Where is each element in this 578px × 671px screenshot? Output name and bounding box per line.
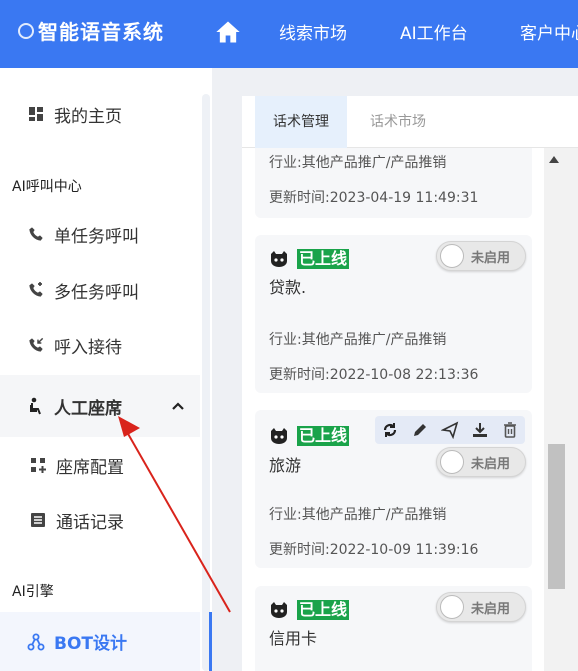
- scrollbar-thumb[interactable]: [548, 444, 565, 589]
- github-icon: [271, 428, 287, 444]
- section-ai-call-center: AI呼叫中心: [12, 179, 82, 195]
- scroll-up-arrow-icon[interactable]: [549, 156, 559, 163]
- toggle-knob: [440, 244, 464, 268]
- sidebar-item-home[interactable]: 我的主页: [0, 86, 200, 142]
- network-icon: [26, 632, 46, 652]
- sidebar-item-label: 多任务呼叫: [54, 282, 139, 303]
- status-badge: 已上线: [297, 249, 350, 269]
- logo-icon: [18, 22, 34, 39]
- phone-forward-icon: [26, 280, 46, 300]
- list-icon: [28, 510, 48, 530]
- status-badge: 已上线: [297, 426, 350, 446]
- script-card[interactable]: 已上线 旅游 未启用 行业:其他产品推广/产品推销 更新时间:2022-10-0…: [255, 410, 532, 568]
- sidebar-item-label: 人工座席: [54, 398, 122, 419]
- toggle-label: 未启用: [471, 251, 511, 266]
- enable-toggle[interactable]: 未启用: [436, 447, 526, 477]
- phone-icon: [26, 224, 46, 244]
- top-header: 智能语音系统 线索市场 AI工作台 客户中心: [0, 0, 578, 68]
- script-panel: 话术管理 话术市场 行业:其他产品推广/产品推销 更新时间:2023-04-19…: [242, 96, 578, 671]
- sync-icon[interactable]: [381, 421, 399, 439]
- sidebar-item-call-records[interactable]: 通话记录: [0, 492, 200, 548]
- trash-icon[interactable]: [501, 421, 519, 439]
- card-industry: 行业:其他产品推广/产品推销: [269, 155, 447, 171]
- status-badge: 已上线: [297, 600, 350, 620]
- script-card-list: 行业:其他产品推广/产品推销 更新时间:2023-04-19 11:49:31 …: [242, 148, 578, 671]
- script-card[interactable]: 已上线 贷款. 未启用 行业:其他产品推广/产品推销 更新时间:2022-10-…: [255, 235, 532, 393]
- card-industry: 行业:其他产品推广/产品推销: [269, 332, 447, 348]
- card-updated-time: 更新时间:2022-10-09 11:39:16: [269, 542, 479, 558]
- app-logo[interactable]: 智能语音系统: [18, 16, 164, 45]
- sidebar-scrollbar[interactable]: [202, 94, 210, 671]
- sidebar-item-bot-design[interactable]: BOT设计: [0, 612, 200, 671]
- home-icon[interactable]: [214, 18, 242, 46]
- sidebar-item-single-call[interactable]: 单任务呼叫: [0, 206, 200, 262]
- list-scrollbar[interactable]: [544, 148, 578, 671]
- sidebar-item-label: 呼入接待: [54, 337, 122, 358]
- sidebar-item-label: BOT设计: [54, 634, 128, 654]
- card-updated-time: 更新时间:2022-10-08 22:13:36: [269, 367, 479, 383]
- sidebar-item-seat-config[interactable]: 座席配置: [0, 437, 200, 493]
- nav-customer-center[interactable]: 客户中心: [520, 19, 578, 44]
- tab-script-market[interactable]: 话术市场: [352, 96, 444, 148]
- card-updated-time: 更新时间:2023-04-19 11:49:31: [269, 190, 479, 206]
- sidebar-item-multi-call[interactable]: 多任务呼叫: [0, 262, 200, 318]
- toggle-label: 未启用: [471, 602, 511, 617]
- script-card[interactable]: 行业:其他产品推广/产品推销 更新时间:2023-04-19 11:49:31: [255, 148, 532, 218]
- enable-toggle[interactable]: 未启用: [436, 241, 526, 271]
- github-icon: [271, 602, 287, 618]
- tab-bar: 话术管理 话术市场: [242, 96, 578, 148]
- sidebar-item-inbound[interactable]: 呼入接待: [0, 317, 200, 373]
- toggle-knob: [440, 595, 464, 619]
- tab-script-management[interactable]: 话术管理: [255, 96, 347, 148]
- card-action-bar: [375, 416, 525, 444]
- sidebar: 我的主页 AI呼叫中心 单任务呼叫 多任务呼叫 呼入接待 人工座席 座席配置 通…: [0, 68, 212, 671]
- chevron-up-icon[interactable]: [170, 398, 186, 414]
- toggle-knob: [440, 450, 464, 474]
- grid-plus-icon: [28, 455, 48, 475]
- sidebar-item-manual-seat[interactable]: 人工座席: [0, 375, 200, 437]
- card-title: 信用卡: [269, 629, 318, 648]
- phone-incoming-icon: [26, 335, 46, 355]
- nav-leads-market[interactable]: 线索市场: [279, 19, 347, 44]
- card-industry: 行业:其他产品推广/产品推销: [269, 507, 447, 523]
- app-title: 智能语音系统: [38, 20, 164, 44]
- card-title: 旅游: [269, 456, 302, 475]
- sidebar-item-label: 我的主页: [54, 106, 122, 127]
- enable-toggle[interactable]: 未启用: [436, 592, 526, 622]
- section-ai-engine: AI引擎: [12, 584, 54, 600]
- download-icon[interactable]: [471, 421, 489, 439]
- sidebar-item-label: 单任务呼叫: [54, 226, 139, 247]
- edit-icon[interactable]: [411, 421, 429, 439]
- card-title: 贷款.: [269, 278, 307, 297]
- send-icon[interactable]: [441, 421, 459, 439]
- sidebar-item-label: 通话记录: [56, 512, 124, 533]
- dashboard-icon: [26, 104, 46, 124]
- nav-ai-workbench[interactable]: AI工作台: [400, 19, 468, 44]
- toggle-label: 未启用: [471, 457, 511, 472]
- seat-icon: [26, 396, 46, 416]
- script-card[interactable]: 已上线 信用卡 未启用: [255, 586, 532, 671]
- sidebar-item-label: 座席配置: [56, 457, 124, 478]
- main-content: 话术管理 话术市场 行业:其他产品推广/产品推销 更新时间:2023-04-19…: [212, 68, 578, 671]
- github-icon: [271, 251, 287, 267]
